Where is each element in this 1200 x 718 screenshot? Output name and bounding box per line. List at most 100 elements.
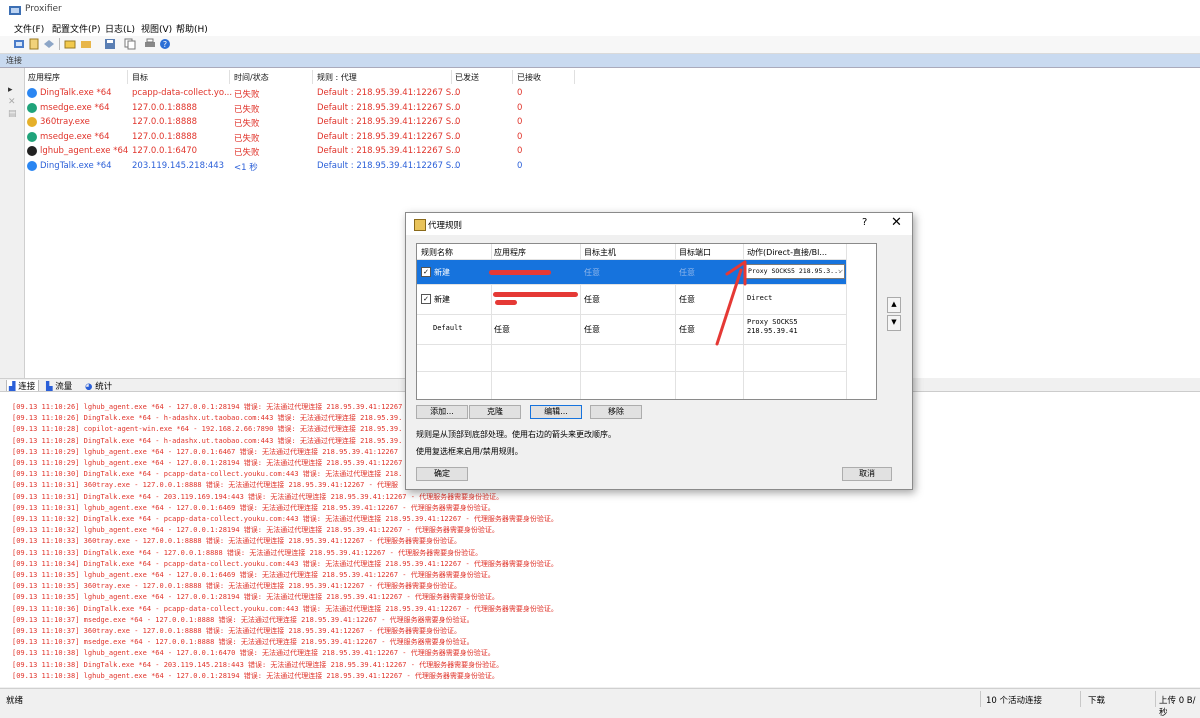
column-divider bbox=[512, 70, 513, 84]
rule-enabled-checkbox[interactable]: ✓ bbox=[421, 267, 431, 277]
proxifier-logo-icon bbox=[9, 6, 21, 15]
column-header-recv[interactable]: 已接收 bbox=[517, 72, 541, 83]
log-line: [09.13 11:10:31] 360tray.exe - 127.0.0.1… bbox=[12, 481, 399, 490]
rules-icon[interactable] bbox=[43, 38, 55, 50]
clone-button[interactable]: 克隆 bbox=[469, 405, 521, 419]
rule-row[interactable]: ✓ 新建 任意 任意 Proxy SOCKS5 218.95.3... ⌵ bbox=[417, 260, 846, 284]
tab-statistics[interactable]: ◕ 统计 bbox=[85, 380, 112, 392]
log-line: [09.13 11:10:33] 360tray.exe - 127.0.0.1… bbox=[12, 537, 462, 546]
redaction-mark bbox=[493, 292, 578, 297]
rule-host: 任意 bbox=[584, 268, 600, 277]
column-header-app[interactable]: 应用程序 bbox=[28, 72, 60, 83]
column-header-target-port[interactable]: 目标端口 bbox=[679, 247, 711, 258]
move-down-button[interactable]: ▼ bbox=[887, 315, 901, 331]
cell-target: 127.0.0.1:8888 bbox=[132, 102, 198, 113]
connections-icon[interactable] bbox=[13, 38, 25, 50]
log-line: [09.13 11:10:34] DingTalk.exe *64 - pcap… bbox=[12, 559, 558, 568]
cell-app: msedge.exe *64 bbox=[40, 102, 110, 113]
log-line: [09.13 11:10:32] lghub_agent.exe *64 - 1… bbox=[12, 526, 499, 535]
column-header-target[interactable]: 目标 bbox=[132, 72, 148, 83]
details-icon[interactable]: ▤ bbox=[8, 110, 17, 119]
rule-port: 任意 bbox=[679, 295, 695, 304]
help-icon[interactable]: ? bbox=[159, 38, 171, 50]
rule-enabled-checkbox[interactable]: ✓ bbox=[421, 294, 431, 304]
add-button[interactable]: 添加... bbox=[416, 405, 468, 419]
connection-row[interactable]: lghub_agent.exe *64 127.0.0.1:6470 已失败 Defa… bbox=[25, 144, 585, 158]
menu-profile[interactable]: 配置文件(P) bbox=[52, 22, 100, 35]
log-line: [09.13 11:10:38] DingTalk.exe *64 - 203.… bbox=[12, 660, 504, 669]
column-header-rule[interactable]: 规则 : 代理 bbox=[317, 72, 357, 83]
ok-button[interactable]: 确定 bbox=[416, 467, 468, 481]
log-line: [09.13 11:10:31] DingTalk.exe *64 - 203.… bbox=[12, 492, 504, 501]
status-active-connections: 10 个活动连接 bbox=[986, 696, 1043, 706]
log-line: [09.13 11:10:36] DingTalk.exe *64 - pcap… bbox=[12, 604, 558, 613]
connection-row[interactable]: DingTalk.exe *64 203.119.145.218:443 <1 秒 D… bbox=[25, 159, 585, 173]
print-icon[interactable] bbox=[144, 38, 156, 50]
annotation-arrow-icon bbox=[715, 260, 747, 346]
cell-app: DingTalk.exe *64 bbox=[40, 88, 112, 98]
remove-button[interactable]: 移除 bbox=[590, 405, 642, 419]
checkbox-hint: 使用复选框来启用/禁用规则。 bbox=[416, 447, 523, 456]
action-select[interactable]: Proxy SOCKS5 218.95.3... ⌵ bbox=[745, 264, 845, 279]
column-header-sent[interactable]: 已发送 bbox=[455, 72, 479, 83]
profile-icon[interactable] bbox=[28, 38, 40, 50]
copy-icon[interactable] bbox=[124, 38, 136, 50]
toolbar: ? bbox=[0, 36, 1200, 54]
log-line: [09.13 11:10:31] lghub_agent.exe *64 - 1… bbox=[12, 503, 495, 512]
redaction-mark bbox=[489, 270, 551, 275]
connection-row[interactable]: DingTalk.exe *64 pcapp-data-collect.yo...… bbox=[25, 86, 585, 100]
log-line: [09.13 11:10:38] lghub_agent.exe *64 - 1… bbox=[12, 649, 495, 658]
lghub-icon bbox=[27, 146, 37, 156]
edge-icon bbox=[27, 102, 37, 113]
cell-app: 360tray.exe bbox=[40, 117, 90, 127]
connection-row[interactable]: 360tray.exe 127.0.0.1:8888 已失败 Default : 21… bbox=[25, 115, 585, 129]
folder-icon[interactable] bbox=[80, 38, 92, 50]
rule-name: 新建 bbox=[434, 268, 450, 277]
toolbar-separator bbox=[59, 38, 60, 50]
status-separator bbox=[1155, 691, 1156, 707]
rule-row[interactable]: ✓ 新建 任意 任意 Direct bbox=[417, 285, 876, 309]
column-header-status[interactable]: 时间/状态 bbox=[234, 72, 269, 83]
cell-app: DingTalk.exe *64 bbox=[40, 160, 112, 171]
menu-view[interactable]: 视图(V) bbox=[141, 22, 172, 35]
dingtalk-icon bbox=[27, 160, 37, 171]
cancel-button[interactable]: 取消 bbox=[842, 467, 892, 481]
status-ready: 就绪 bbox=[6, 696, 24, 706]
redaction-mark bbox=[495, 300, 517, 305]
help-button[interactable]: ? bbox=[862, 217, 867, 228]
connections-header: 连接 bbox=[0, 54, 1200, 68]
log-line: [09.13 11:10:35] lghub_agent.exe *64 - 1… bbox=[12, 593, 499, 602]
menu-log[interactable]: 日志(L) bbox=[105, 22, 135, 35]
close-connection-icon[interactable]: ✕ bbox=[8, 98, 17, 107]
menu-bar: 文件(F) 配置文件(P) 日志(L) 视图(V) 帮助(H) bbox=[0, 20, 1200, 36]
rule-app: 任意 bbox=[494, 325, 510, 334]
connection-row[interactable]: msedge.exe *64 127.0.0.1:8888 已失败 Default :… bbox=[25, 130, 585, 144]
log-line: [09.13 11:10:29] lghub_agent.exe *64 - 1… bbox=[12, 447, 399, 456]
bottom-tabs: ▟ 连接 ▙ 流量 ◕ 统计 bbox=[0, 378, 420, 392]
save-icon[interactable] bbox=[104, 38, 116, 50]
column-divider bbox=[127, 70, 128, 84]
edit-button[interactable]: 编辑... bbox=[530, 405, 582, 419]
status-download: 下载 bbox=[1088, 696, 1106, 706]
cell-status: 已失败 bbox=[234, 148, 260, 158]
cell-target: 203.119.145.218:443 bbox=[132, 160, 225, 171]
column-header-rule-name[interactable]: 规则名称 bbox=[421, 247, 453, 258]
cell-rule: Default : 218.95.39.41:12267 S... bbox=[317, 88, 460, 98]
cell-target: pcapp-data-collect.yo... bbox=[132, 88, 233, 98]
column-header-target-host[interactable]: 目标主机 bbox=[584, 247, 616, 258]
tab-traffic[interactable]: ▙ 流量 bbox=[46, 380, 72, 392]
column-header-action[interactable]: 动作(Direct-直接/Bl... bbox=[747, 247, 827, 258]
rule-row[interactable]: Default 任意 任意 任意 Proxy SOCKS5 218.95.39.… bbox=[417, 315, 876, 339]
cell-sent: 0 bbox=[455, 160, 461, 171]
column-header-application[interactable]: 应用程序 bbox=[494, 247, 526, 258]
menu-file[interactable]: 文件(F) bbox=[14, 22, 44, 35]
move-up-button[interactable]: ▲ bbox=[887, 297, 901, 313]
close-button[interactable]: ✕ bbox=[891, 215, 902, 230]
open-icon[interactable] bbox=[64, 38, 76, 50]
cell-status: 已失败 bbox=[234, 104, 260, 115]
cell-rule: Default : 218.95.39.41:12267 S... bbox=[317, 102, 460, 113]
menu-help[interactable]: 帮助(H) bbox=[176, 22, 208, 35]
connection-row[interactable]: msedge.exe *64 127.0.0.1:8888 已失败 Default :… bbox=[25, 101, 585, 115]
cell-recv: 0 bbox=[517, 102, 523, 113]
action-select-value: Proxy SOCKS5 218.95.3... bbox=[748, 267, 842, 275]
